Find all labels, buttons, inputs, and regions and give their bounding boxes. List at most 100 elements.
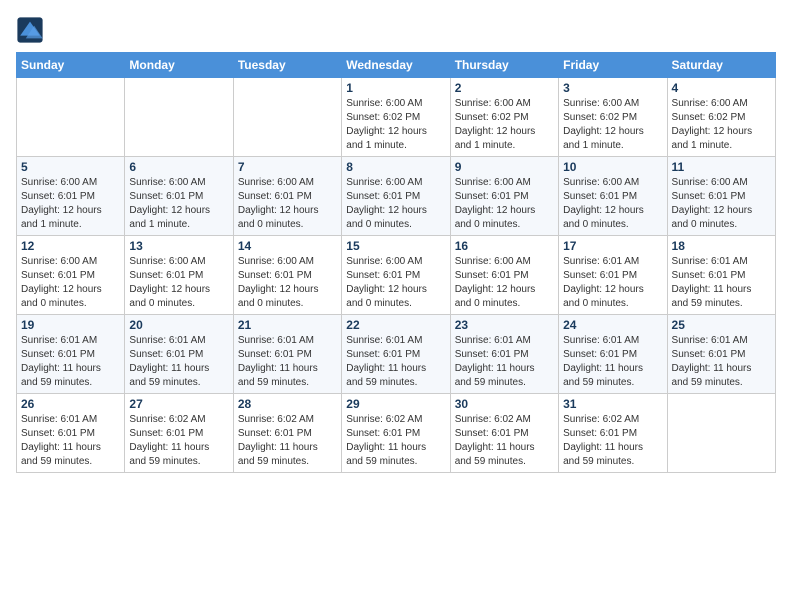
- calendar-cell: 4 Sunrise: 6:00 AM Sunset: 6:02 PM Daylig…: [667, 78, 775, 157]
- calendar-cell: 27 Sunrise: 6:02 AM Sunset: 6:01 PM Dayli…: [125, 394, 233, 473]
- logo: [16, 16, 48, 44]
- day-number: 25: [672, 318, 771, 332]
- calendar-cell: 19 Sunrise: 6:01 AM Sunset: 6:01 PM Dayli…: [17, 315, 125, 394]
- day-info: Sunrise: 6:00 AM Sunset: 6:01 PM Dayligh…: [346, 255, 445, 311]
- day-number: 15: [346, 239, 445, 253]
- calendar-cell: 31Sunrise: 6:02 AM Sunset: 6:01 PM Dayli…: [559, 394, 667, 473]
- calendar-cell: 7 Sunrise: 6:00 AM Sunset: 6:01 PM Daylig…: [233, 157, 341, 236]
- day-of-week-header: Sunday: [17, 53, 125, 78]
- day-info: Sunrise: 6:02 AM Sunset: 6:01 PM Dayligh…: [129, 413, 228, 469]
- calendar-cell: 21 Sunrise: 6:01 AM Sunset: 6:01 PM Dayli…: [233, 315, 341, 394]
- day-number: 8: [346, 160, 445, 174]
- day-info: Sunrise: 6:00 AM Sunset: 6:01 PM Dayligh…: [346, 176, 445, 232]
- day-of-week-header: Wednesday: [342, 53, 450, 78]
- day-number: 6: [129, 160, 228, 174]
- calendar-cell: [667, 394, 775, 473]
- day-number: 26: [21, 397, 120, 411]
- day-number: 11: [672, 160, 771, 174]
- calendar-cell: 17Sunrise: 6:01 AM Sunset: 6:01 PM Dayli…: [559, 236, 667, 315]
- calendar-cell: 9 Sunrise: 6:00 AM Sunset: 6:01 PM Daylig…: [450, 157, 558, 236]
- day-of-week-header: Monday: [125, 53, 233, 78]
- day-info: Sunrise: 6:02 AM Sunset: 6:01 PM Dayligh…: [563, 413, 662, 469]
- day-number: 13: [129, 239, 228, 253]
- day-number: 12: [21, 239, 120, 253]
- calendar-cell: 16Sunrise: 6:00 AM Sunset: 6:01 PM Dayli…: [450, 236, 558, 315]
- day-number: 4: [672, 81, 771, 95]
- logo-icon: [16, 16, 44, 44]
- calendar-cell: 23 Sunrise: 6:01 AM Sunset: 6:01 PM Dayli…: [450, 315, 558, 394]
- day-number: 20: [129, 318, 228, 332]
- day-number: 30: [455, 397, 554, 411]
- calendar-cell: [125, 78, 233, 157]
- calendar-cell: 25 Sunrise: 6:01 AM Sunset: 6:01 PM Dayli…: [667, 315, 775, 394]
- day-info: Sunrise: 6:00 AM Sunset: 6:01 PM Dayligh…: [129, 176, 228, 232]
- day-number: 22: [346, 318, 445, 332]
- calendar-cell: 18 Sunrise: 6:01 AM Sunset: 6:01 PM Dayli…: [667, 236, 775, 315]
- day-number: 9: [455, 160, 554, 174]
- day-number: 19: [21, 318, 120, 332]
- day-info: Sunrise: 6:01 AM Sunset: 6:01 PM Dayligh…: [21, 334, 120, 390]
- calendar-cell: 10 Sunrise: 6:00 AM Sunset: 6:01 PM Dayli…: [559, 157, 667, 236]
- day-info: Sunrise: 6:01 AM Sunset: 6:01 PM Dayligh…: [238, 334, 337, 390]
- calendar-cell: 3 Sunrise: 6:00 AM Sunset: 6:02 PM Daylig…: [559, 78, 667, 157]
- day-info: Sunrise: 6:00 AM Sunset: 6:01 PM Dayligh…: [563, 176, 662, 232]
- calendar-cell: 14 Sunrise: 6:00 AM Sunset: 6:01 PM Dayli…: [233, 236, 341, 315]
- calendar-cell: 12Sunrise: 6:00 AM Sunset: 6:01 PM Dayli…: [17, 236, 125, 315]
- day-info: Sunrise: 6:00 AM Sunset: 6:01 PM Dayligh…: [21, 176, 120, 232]
- calendar-cell: 13 Sunrise: 6:00 AM Sunset: 6:01 PM Dayli…: [125, 236, 233, 315]
- day-number: 5: [21, 160, 120, 174]
- calendar-cell: 29Sunrise: 6:02 AM Sunset: 6:01 PM Dayli…: [342, 394, 450, 473]
- day-info: Sunrise: 6:02 AM Sunset: 6:01 PM Dayligh…: [238, 413, 337, 469]
- calendar-cell: 1 Sunrise: 6:00 AM Sunset: 6:02 PM Daylig…: [342, 78, 450, 157]
- day-info: Sunrise: 6:00 AM Sunset: 6:01 PM Dayligh…: [455, 176, 554, 232]
- day-info: Sunrise: 6:00 AM Sunset: 6:01 PM Dayligh…: [238, 176, 337, 232]
- day-number: 28: [238, 397, 337, 411]
- day-info: Sunrise: 6:01 AM Sunset: 6:01 PM Dayligh…: [455, 334, 554, 390]
- day-info: Sunrise: 6:01 AM Sunset: 6:01 PM Dayligh…: [346, 334, 445, 390]
- calendar-cell: 26 Sunrise: 6:01 AM Sunset: 6:01 PM Dayli…: [17, 394, 125, 473]
- calendar-cell: [17, 78, 125, 157]
- page-header: [16, 16, 776, 44]
- calendar-cell: 22 Sunrise: 6:01 AM Sunset: 6:01 PM Dayli…: [342, 315, 450, 394]
- day-number: 14: [238, 239, 337, 253]
- day-number: 21: [238, 318, 337, 332]
- day-of-week-header: Thursday: [450, 53, 558, 78]
- calendar-cell: 30 Sunrise: 6:02 AM Sunset: 6:01 PM Dayli…: [450, 394, 558, 473]
- calendar-cell: 6 Sunrise: 6:00 AM Sunset: 6:01 PM Daylig…: [125, 157, 233, 236]
- day-info: Sunrise: 6:00 AM Sunset: 6:02 PM Dayligh…: [455, 97, 554, 153]
- calendar-cell: 15 Sunrise: 6:00 AM Sunset: 6:01 PM Dayli…: [342, 236, 450, 315]
- day-info: Sunrise: 6:01 AM Sunset: 6:01 PM Dayligh…: [129, 334, 228, 390]
- day-number: 10: [563, 160, 662, 174]
- day-info: Sunrise: 6:01 AM Sunset: 6:01 PM Dayligh…: [21, 413, 120, 469]
- day-info: Sunrise: 6:00 AM Sunset: 6:02 PM Dayligh…: [563, 97, 662, 153]
- day-number: 1: [346, 81, 445, 95]
- day-number: 24: [563, 318, 662, 332]
- calendar-cell: 28 Sunrise: 6:02 AM Sunset: 6:01 PM Dayli…: [233, 394, 341, 473]
- calendar-cell: 11 Sunrise: 6:00 AM Sunset: 6:01 PM Dayli…: [667, 157, 775, 236]
- day-number: 17: [563, 239, 662, 253]
- day-number: 27: [129, 397, 228, 411]
- day-info: Sunrise: 6:00 AM Sunset: 6:02 PM Dayligh…: [346, 97, 445, 153]
- day-info: Sunrise: 6:02 AM Sunset: 6:01 PM Dayligh…: [346, 413, 445, 469]
- calendar-cell: 2Sunrise: 6:00 AM Sunset: 6:02 PM Daylig…: [450, 78, 558, 157]
- calendar-cell: 8 Sunrise: 6:00 AM Sunset: 6:01 PM Daylig…: [342, 157, 450, 236]
- calendar: SundayMondayTuesdayWednesdayThursdayFrid…: [16, 52, 776, 473]
- day-of-week-header: Saturday: [667, 53, 775, 78]
- day-number: 23: [455, 318, 554, 332]
- calendar-cell: 24 Sunrise: 6:01 AM Sunset: 6:01 PM Dayli…: [559, 315, 667, 394]
- day-info: Sunrise: 6:00 AM Sunset: 6:01 PM Dayligh…: [672, 176, 771, 232]
- calendar-cell: 20 Sunrise: 6:01 AM Sunset: 6:01 PM Dayli…: [125, 315, 233, 394]
- day-number: 18: [672, 239, 771, 253]
- day-info: Sunrise: 6:00 AM Sunset: 6:01 PM Dayligh…: [455, 255, 554, 311]
- day-info: Sunrise: 6:02 AM Sunset: 6:01 PM Dayligh…: [455, 413, 554, 469]
- calendar-cell: 5 Sunrise: 6:00 AM Sunset: 6:01 PM Daylig…: [17, 157, 125, 236]
- day-info: Sunrise: 6:01 AM Sunset: 6:01 PM Dayligh…: [672, 255, 771, 311]
- day-number: 7: [238, 160, 337, 174]
- day-info: Sunrise: 6:01 AM Sunset: 6:01 PM Dayligh…: [672, 334, 771, 390]
- day-number: 3: [563, 81, 662, 95]
- calendar-cell: [233, 78, 341, 157]
- day-info: Sunrise: 6:00 AM Sunset: 6:01 PM Dayligh…: [238, 255, 337, 311]
- day-info: Sunrise: 6:00 AM Sunset: 6:01 PM Dayligh…: [129, 255, 228, 311]
- day-info: Sunrise: 6:00 AM Sunset: 6:02 PM Dayligh…: [672, 97, 771, 153]
- day-info: Sunrise: 6:01 AM Sunset: 6:01 PM Dayligh…: [563, 334, 662, 390]
